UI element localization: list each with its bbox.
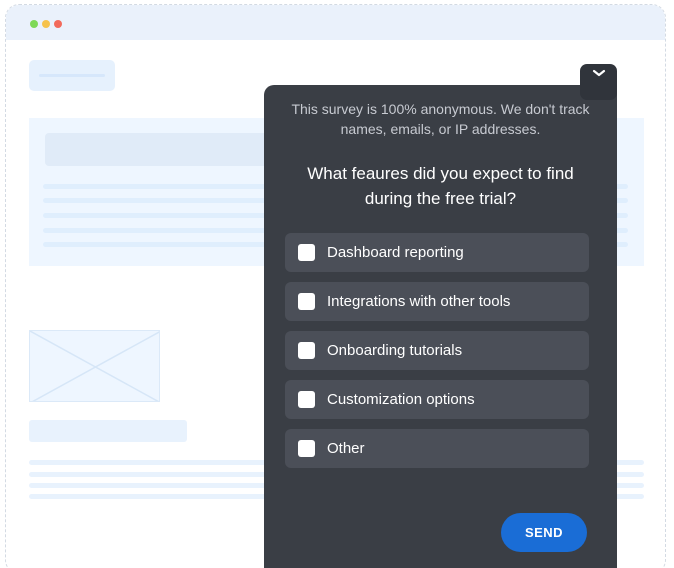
option-onboarding-tutorials[interactable]: Onboarding tutorials bbox=[285, 331, 589, 370]
window-dot-yellow bbox=[42, 20, 50, 28]
placeholder-logo bbox=[29, 60, 115, 91]
send-button[interactable]: SEND bbox=[501, 513, 587, 552]
option-label: Other bbox=[327, 440, 365, 457]
collapse-survey-button[interactable] bbox=[580, 64, 617, 100]
anonymity-note: This survey is 100% anonymous. We don't … bbox=[291, 101, 590, 137]
placeholder-image-icon bbox=[29, 330, 160, 402]
checkbox[interactable] bbox=[298, 293, 315, 310]
chevron-down-icon bbox=[592, 69, 605, 77]
option-label: Integrations with other tools bbox=[327, 293, 511, 310]
checkbox[interactable] bbox=[298, 342, 315, 359]
checkbox[interactable] bbox=[298, 391, 315, 408]
placeholder-caption bbox=[29, 420, 187, 442]
option-integrations[interactable]: Integrations with other tools bbox=[285, 282, 589, 321]
option-customization-options[interactable]: Customization options bbox=[285, 380, 589, 419]
checkbox[interactable] bbox=[298, 440, 315, 457]
browser-title-bar bbox=[6, 5, 665, 40]
survey-question: What feaures did you expect to find duri… bbox=[307, 164, 574, 208]
window-dot-red bbox=[54, 20, 62, 28]
options-list: Dashboard reporting Integrations with ot… bbox=[285, 233, 589, 478]
option-label: Dashboard reporting bbox=[327, 244, 464, 261]
option-dashboard-reporting[interactable]: Dashboard reporting bbox=[285, 233, 589, 272]
option-label: Onboarding tutorials bbox=[327, 342, 463, 359]
option-label: Customization options bbox=[327, 391, 475, 408]
option-other[interactable]: Other bbox=[285, 429, 589, 468]
checkbox[interactable] bbox=[298, 244, 315, 261]
window-dot-green bbox=[30, 20, 38, 28]
survey-panel: This survey is 100% anonymous. We don't … bbox=[264, 85, 617, 568]
